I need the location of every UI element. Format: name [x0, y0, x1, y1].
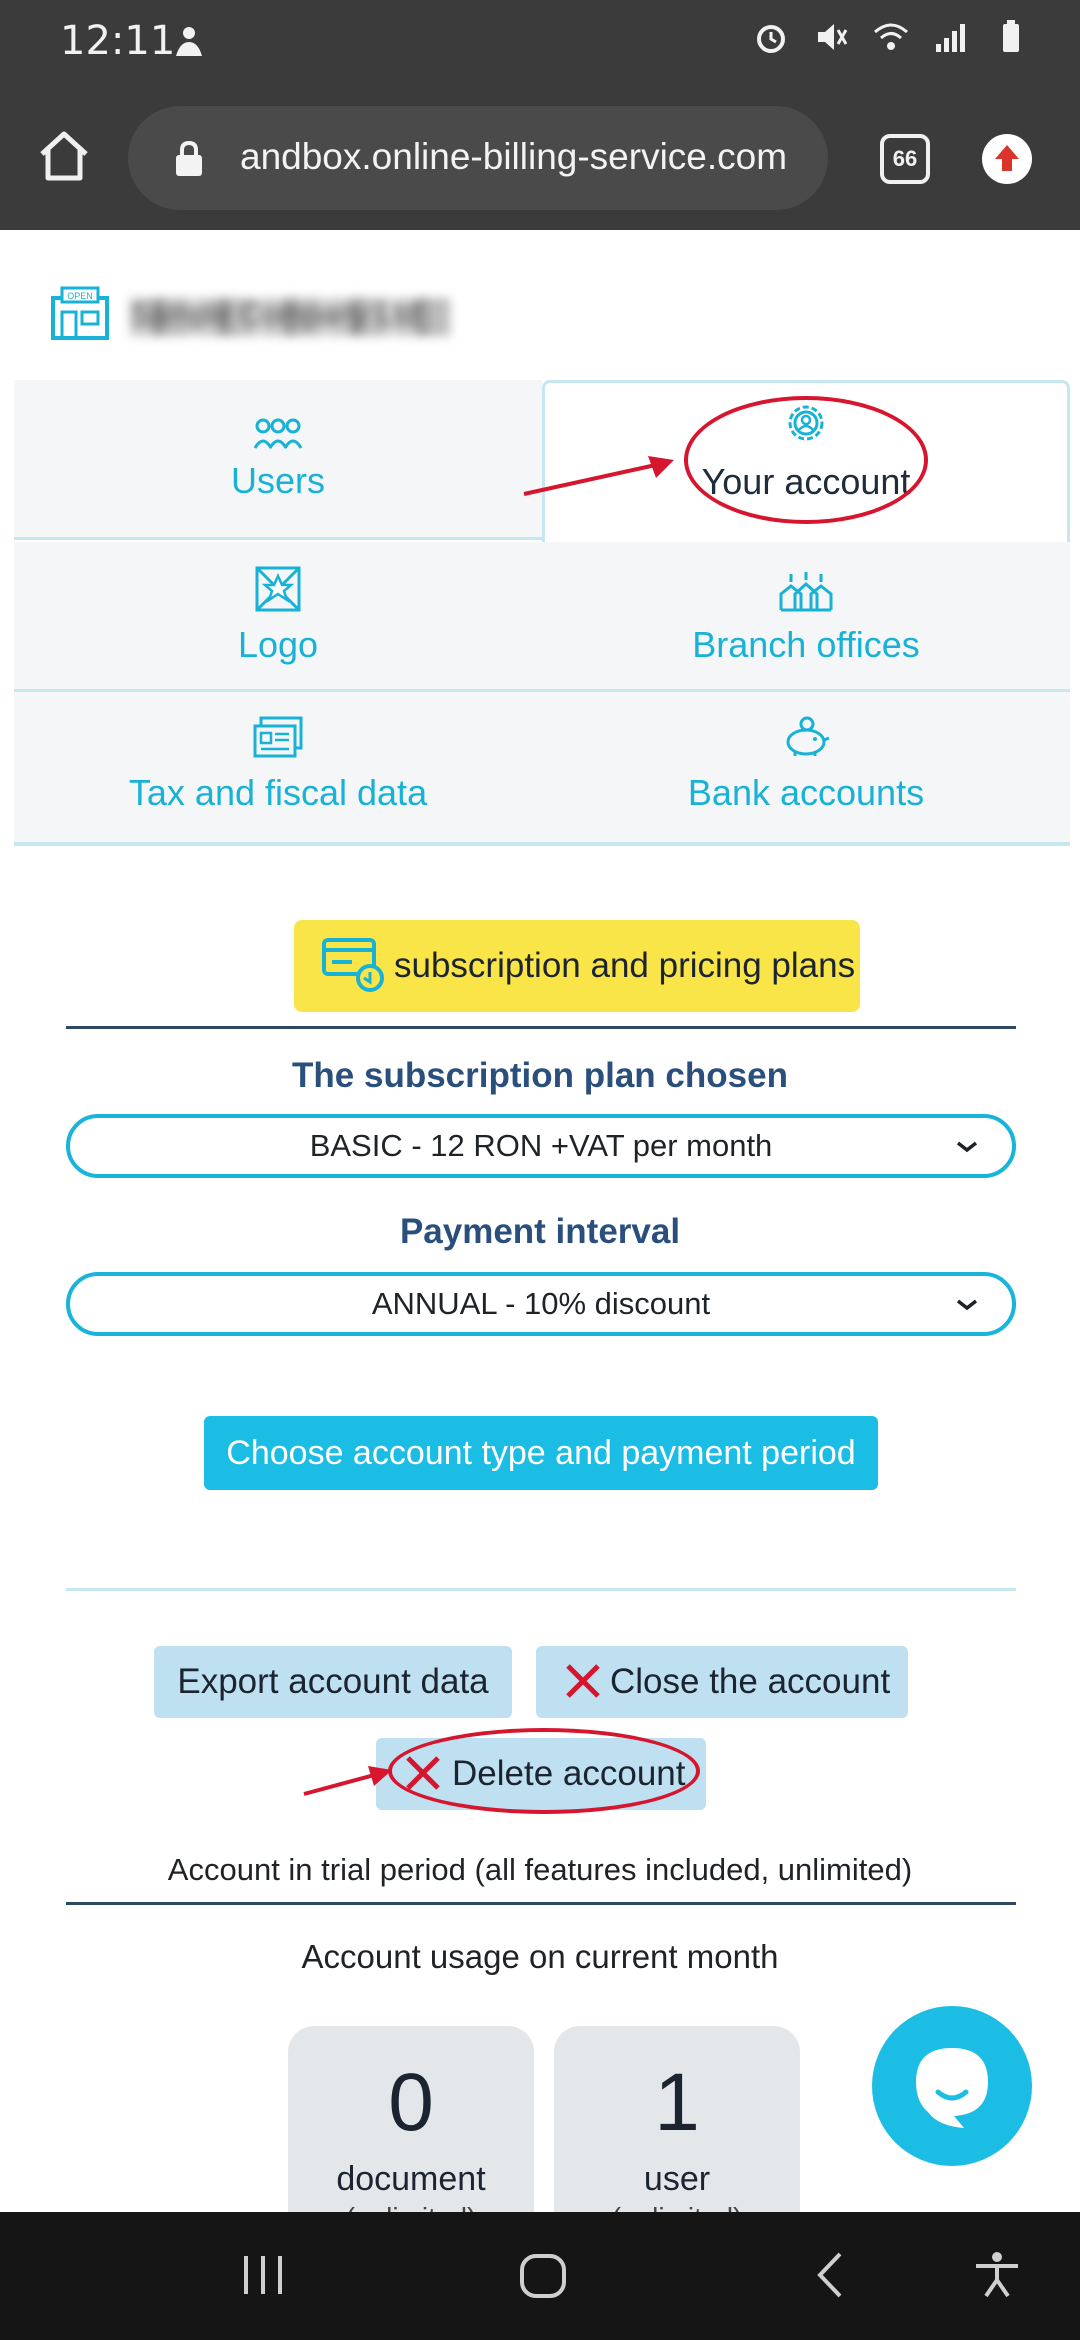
- subscription-plans-label: subscription and pricing plans: [394, 946, 856, 985]
- users-icon: [253, 418, 303, 449]
- annotation-arrow: [303, 1766, 392, 1796]
- chevron-down-icon: [956, 1141, 978, 1153]
- home-nav-icon[interactable]: [518, 2250, 568, 2300]
- usage-documents-sub: (unlimited): [288, 2202, 534, 2212]
- tab-logo[interactable]: Logo: [14, 542, 542, 692]
- chat-button[interactable]: [872, 2006, 1032, 2166]
- annotation-ellipse-delete: [388, 1728, 700, 1814]
- battery-icon: [1003, 20, 1019, 52]
- choose-account-type-button[interactable]: Choose account type and payment period: [204, 1416, 878, 1490]
- accessibility-icon[interactable]: [972, 2250, 1022, 2300]
- tax-data-icon: [253, 716, 303, 758]
- close-account-button[interactable]: Close the account: [536, 1646, 908, 1718]
- tab-users[interactable]: Users: [14, 380, 542, 540]
- usage-users-value: 1: [654, 2057, 700, 2148]
- back-icon[interactable]: [806, 2250, 856, 2300]
- tab-branch-offices-label: Branch offices: [692, 624, 920, 665]
- trial-status-text: Account in trial period (all features in…: [167, 1852, 913, 1887]
- usage-documents-value: 0: [388, 2057, 434, 2148]
- status-icons: [752, 18, 1030, 56]
- usage-card-documents: 0 document (unlimited): [288, 2026, 534, 2212]
- wifi-icon: [874, 23, 908, 50]
- svg-text:OPEN: OPEN: [67, 291, 93, 301]
- close-x-icon: [566, 1664, 600, 1698]
- system-nav-bar: [0, 2212, 1080, 2340]
- url-text: andbox.online-billing-service.com: [240, 136, 788, 177]
- lock-icon: [176, 140, 202, 176]
- close-account-label: Close the account: [610, 1662, 891, 1701]
- divider: [66, 1902, 1016, 1905]
- usage-users-sub: (unlimited): [554, 2202, 800, 2212]
- address-bar[interactable]: andbox.online-billing-service.com: [128, 106, 828, 210]
- tab-tax-fiscal-data[interactable]: Tax and fiscal data: [14, 692, 542, 846]
- plan-heading: The subscription plan chosen: [292, 1056, 788, 1095]
- card-coin-icon: [322, 938, 384, 992]
- plan-select-value: BASIC - 12 RON +VAT per month: [309, 1128, 773, 1163]
- arrow-up-icon: [995, 145, 1019, 171]
- usage-documents-label: document: [336, 2160, 486, 2198]
- page-content: OPEN Sample Company Ltd Users Your accou…: [0, 230, 1080, 2212]
- piggy-bank-icon: [786, 716, 830, 756]
- status-bar: 12:11: [0, 0, 1080, 86]
- usage-title: Account usage on current month: [301, 1938, 779, 1975]
- tab-tax-label: Tax and fiscal data: [128, 772, 428, 813]
- interval-select-value: ANNUAL - 10% discount: [371, 1286, 711, 1321]
- status-time: 12:11: [60, 18, 176, 64]
- recent-apps-icon[interactable]: [238, 2250, 288, 2300]
- home-icon[interactable]: [36, 128, 92, 184]
- alarm-icon: [757, 25, 785, 53]
- company-name: Sample Company Ltd: [130, 298, 450, 336]
- signal-icon: [936, 24, 965, 52]
- annotation-arrow: [523, 456, 674, 496]
- tab-bank-accounts[interactable]: Bank accounts: [542, 692, 1070, 846]
- notification-icon: [176, 27, 202, 56]
- divider: [66, 1026, 1016, 1029]
- chevron-down-icon: [956, 1299, 978, 1311]
- annotation-ellipse-your-account: [684, 396, 928, 524]
- tab-users-label: Users: [230, 460, 325, 501]
- tab-branch-offices[interactable]: Branch offices: [542, 542, 1070, 692]
- branch-offices-icon: [779, 572, 833, 612]
- chat-bubble-icon: [916, 2048, 988, 2128]
- update-button[interactable]: [982, 134, 1032, 184]
- subscription-plans-button[interactable]: subscription and pricing plans: [294, 920, 860, 1012]
- browser-toolbar: andbox.online-billing-service.com 66: [0, 86, 1080, 230]
- interval-heading: Payment interval: [399, 1212, 681, 1251]
- shop-icon: OPEN: [51, 286, 109, 340]
- plan-select[interactable]: BASIC - 12 RON +VAT per month: [66, 1114, 1016, 1178]
- divider: [66, 1588, 1016, 1591]
- mute-icon: [818, 24, 848, 50]
- export-account-data-button[interactable]: Export account data: [154, 1646, 512, 1718]
- tab-switcher-button[interactable]: 66: [880, 134, 930, 184]
- tab-logo-label: Logo: [237, 624, 319, 665]
- usage-card-users: 1 user (unlimited): [554, 2026, 800, 2212]
- logo-icon: [255, 566, 301, 612]
- interval-select[interactable]: ANNUAL - 10% discount: [66, 1272, 1016, 1336]
- tab-bank-label: Bank accounts: [687, 772, 925, 813]
- usage-users-label: user: [643, 2160, 711, 2198]
